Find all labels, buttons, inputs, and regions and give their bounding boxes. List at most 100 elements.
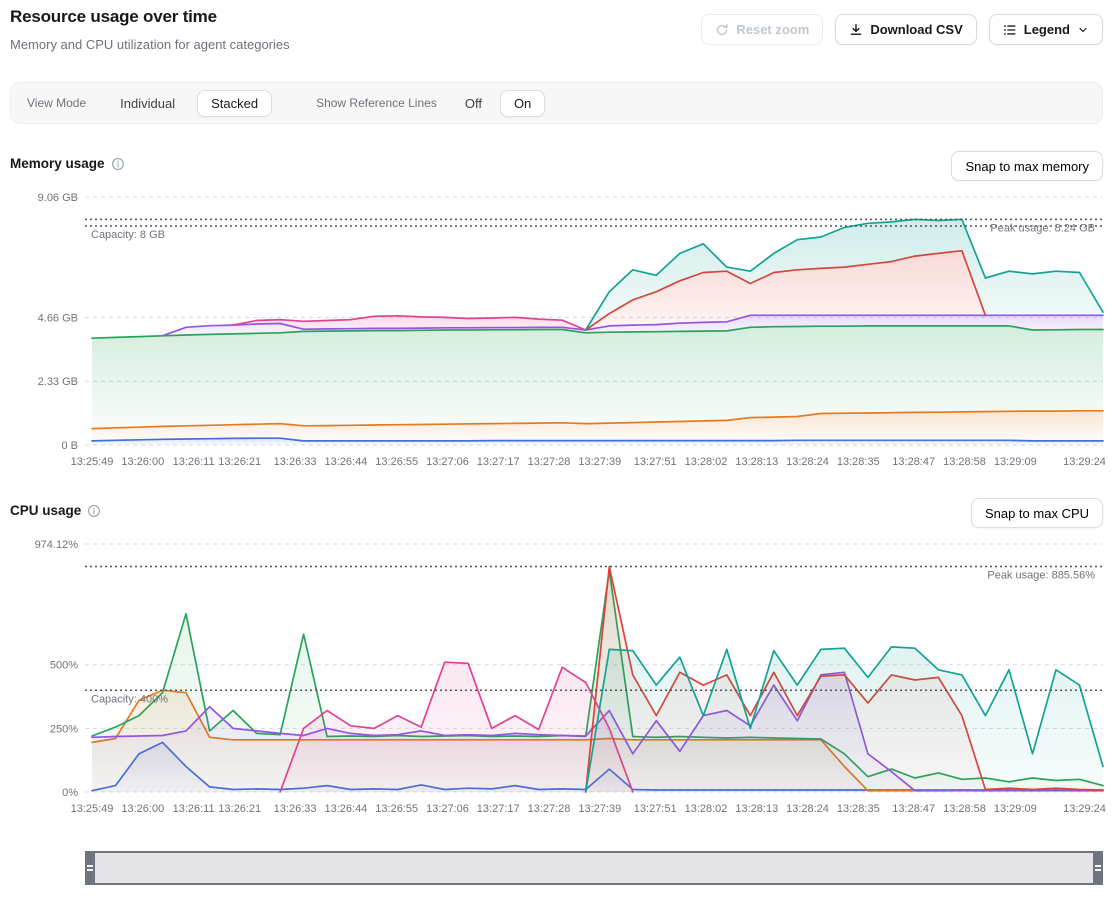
cpu-chart[interactable]: 0%250%500%974.12%Capacity: 400%Peak usag…	[0, 0, 1116, 906]
x-axis-label: 13:28:47	[892, 456, 935, 468]
series-pink-area	[92, 315, 1103, 338]
x-axis-label: 13:27:17	[477, 456, 520, 468]
chevron-down-icon	[1077, 24, 1089, 36]
x-axis-label: 13:26:21	[218, 456, 261, 468]
legend-button[interactable]: Legend	[989, 14, 1103, 45]
x-axis-label: 13:28:13	[735, 803, 778, 815]
x-axis-label: 13:29:24	[1063, 803, 1106, 815]
x-axis-label: 13:28:35	[837, 803, 880, 815]
y-axis-label: 0 B	[61, 440, 78, 452]
view-mode-individual[interactable]: Individual	[114, 91, 181, 116]
top-actions: Reset zoom Download CSV Legend	[701, 14, 1103, 45]
x-axis-label: 13:25:49	[71, 456, 114, 468]
x-axis-label: 13:28:24	[786, 803, 829, 815]
download-icon	[849, 23, 863, 37]
memory-title-text: Memory usage	[10, 156, 105, 171]
x-axis-label: 13:26:00	[121, 456, 164, 468]
reference-line-label: Capacity: 8 GB	[91, 229, 165, 241]
y-axis-label: 9.06 GB	[38, 192, 78, 204]
series-orange-area	[92, 690, 1103, 792]
reference-line-label: Peak usage: 885.56%	[987, 570, 1095, 582]
dashboard: 0 B 2.33 GB 4.66 GB 9.06 GB Capacity: 8 GB Pe…	[0, 0, 1116, 906]
series-green-area	[92, 571, 1103, 793]
legend-label: Legend	[1024, 22, 1070, 37]
series-orange-area	[92, 411, 1103, 441]
brush-handle-right[interactable]	[1093, 851, 1103, 885]
reset-zoom-label: Reset zoom	[736, 22, 809, 37]
view-mode-stacked-selected[interactable]: Stacked	[197, 90, 272, 117]
x-axis-label: 13:27:39	[578, 803, 621, 815]
x-axis-label: 13:27:28	[528, 456, 571, 468]
x-axis-label: 13:28:58	[943, 803, 986, 815]
series-blue-area	[92, 742, 1103, 792]
x-axis-label: 13:27:51	[634, 456, 677, 468]
snap-to-max-memory-button[interactable]: Snap to max memory	[951, 151, 1103, 181]
x-axis-label: 13:29:09	[994, 456, 1037, 468]
series-teal-line	[586, 647, 1103, 792]
y-axis-label: 0%	[62, 787, 78, 799]
y-axis-label: 974.12%	[35, 539, 79, 551]
x-axis-label: 13:27:17	[477, 803, 520, 815]
download-csv-button[interactable]: Download CSV	[835, 14, 976, 45]
series-purple-area	[92, 672, 1103, 792]
x-axis-label: 13:26:44	[324, 803, 367, 815]
view-mode-label: View Mode	[27, 96, 86, 110]
series-red-line	[586, 251, 986, 330]
x-axis-label: 13:26:33	[274, 803, 317, 815]
brush-handle-left[interactable]	[85, 851, 95, 885]
x-axis-label: 13:28:58	[943, 456, 986, 468]
x-axis-label: 13:28:02	[685, 803, 728, 815]
x-axis-label: 13:27:39	[578, 456, 621, 468]
y-axis-label: 250%	[50, 723, 78, 735]
x-axis-label: 13:26:33	[274, 456, 317, 468]
download-csv-label: Download CSV	[870, 22, 962, 37]
reference-lines-on-selected[interactable]: On	[500, 90, 545, 117]
page-subtitle: Memory and CPU utilization for agent cat…	[10, 37, 290, 52]
series-blue-line	[92, 438, 1103, 441]
x-axis-label: 13:26:11	[173, 803, 215, 815]
memory-chart[interactable]: 0 B 2.33 GB 4.66 GB 9.06 GB Capacity: 8 GB Pe…	[0, 0, 1116, 906]
info-icon[interactable]	[87, 504, 101, 518]
x-axis-label: 13:28:47	[892, 803, 935, 815]
x-axis-label: 13:26:55	[375, 803, 418, 815]
reference-line-label: Peak usage: 8.24 GB	[990, 223, 1095, 235]
series-blue-area	[92, 438, 1103, 445]
cpu-section-title: CPU usage	[10, 503, 101, 518]
x-axis-label: 13:26:21	[218, 803, 261, 815]
series-purple-line	[92, 672, 1103, 790]
series-pink-area	[92, 662, 1103, 792]
series-purple-line	[163, 315, 1104, 336]
reset-zoom-button[interactable]: Reset zoom	[701, 14, 823, 45]
x-axis-label: 13:26:00	[121, 803, 164, 815]
x-axis-label: 13:28:24	[786, 456, 829, 468]
snap-to-max-cpu-button[interactable]: Snap to max CPU	[971, 498, 1103, 528]
memory-section-title: Memory usage	[10, 156, 125, 171]
x-axis-label: 13:29:24	[1063, 456, 1106, 468]
series-orange-line	[92, 690, 1103, 791]
x-axis-label: 13:27:28	[528, 803, 571, 815]
x-axis-label: 13:26:55	[375, 456, 418, 468]
page-title: Resource usage over time	[10, 7, 217, 27]
x-axis-label: 13:25:49	[71, 803, 114, 815]
series-green-area	[92, 326, 1103, 429]
controls-toolbar: View Mode Individual Stacked Show Refere…	[10, 82, 1103, 124]
x-axis-label: 13:29:09	[994, 803, 1037, 815]
x-axis-label: 13:28:02	[685, 456, 728, 468]
series-blue-line	[92, 742, 1103, 790]
series-red-line	[586, 567, 1103, 793]
series-purple-area	[92, 315, 1103, 338]
y-axis-label: 4.66 GB	[38, 312, 78, 324]
x-axis-label: 13:26:11	[173, 456, 215, 468]
y-axis-label: 2.33 GB	[38, 376, 78, 388]
show-reference-lines-label: Show Reference Lines	[316, 96, 437, 110]
legend-list-icon	[1003, 23, 1017, 37]
time-range-brush[interactable]	[85, 851, 1103, 885]
x-axis-label: 13:27:06	[426, 456, 469, 468]
info-icon[interactable]	[111, 157, 125, 171]
series-red-area	[92, 567, 1103, 793]
x-axis-label: 13:28:35	[837, 456, 880, 468]
series-green-line	[92, 326, 1103, 338]
series-green-line	[92, 571, 1103, 786]
series-pink-line	[280, 662, 633, 792]
reference-lines-off[interactable]: Off	[459, 91, 488, 116]
